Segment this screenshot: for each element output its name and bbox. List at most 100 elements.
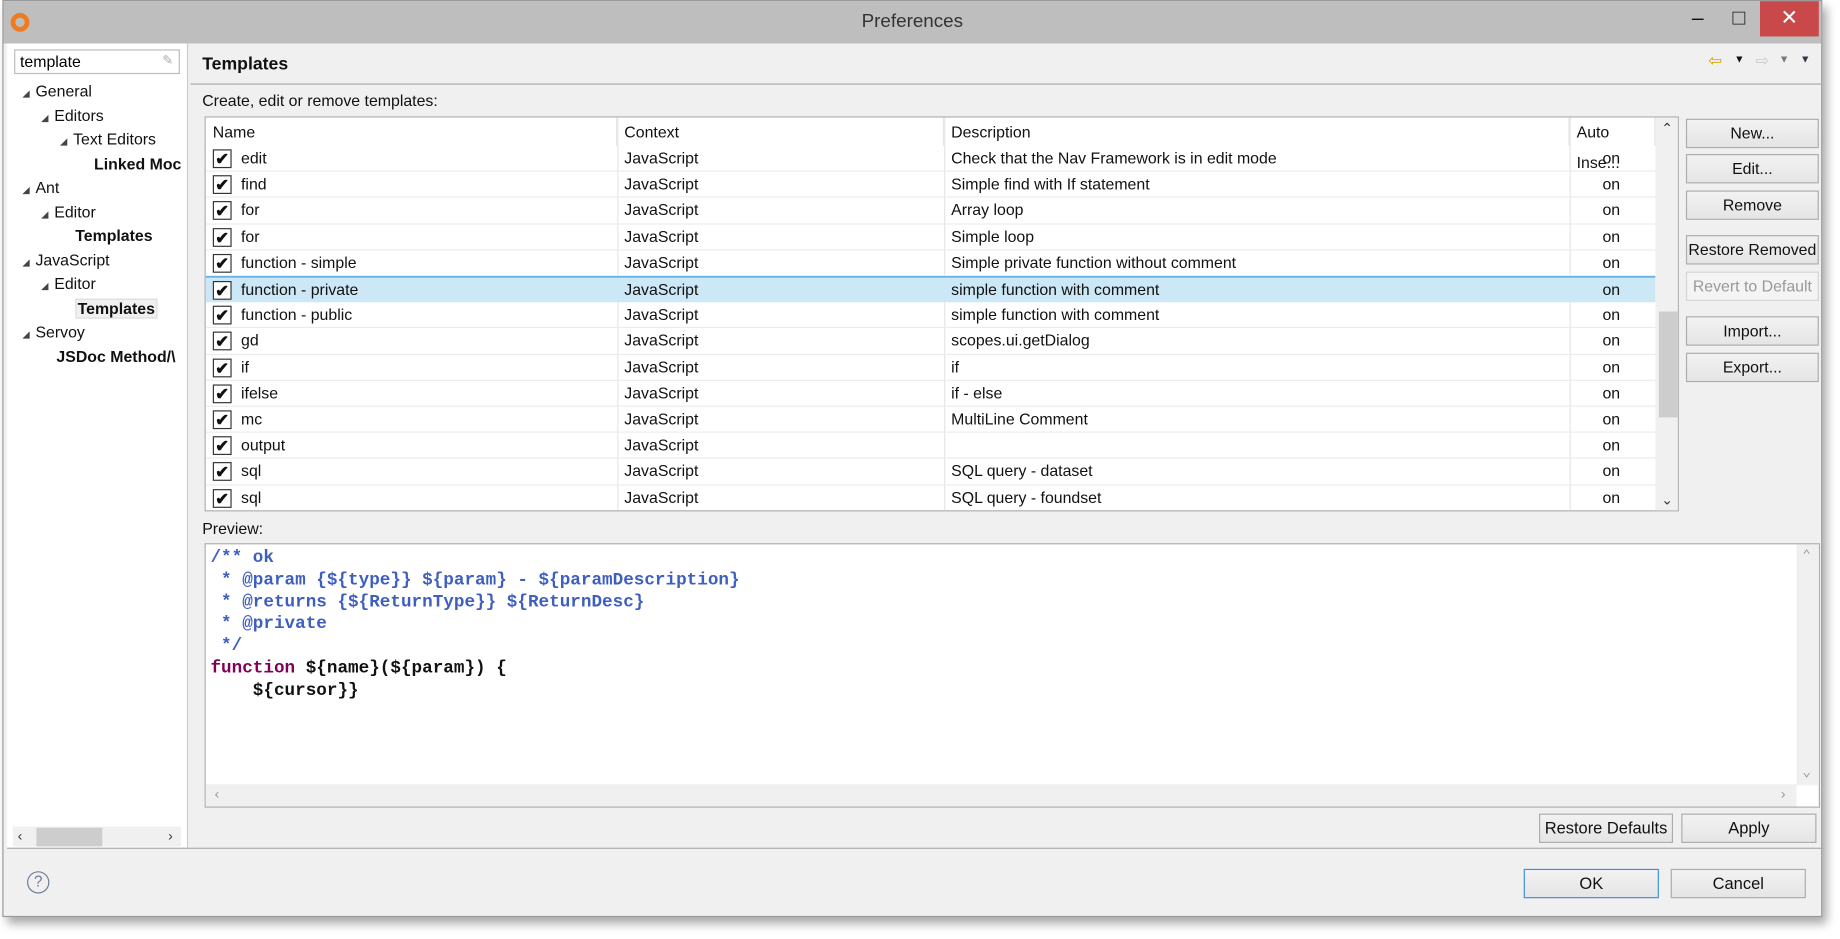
clear-filter-icon[interactable]: ✎ [162, 53, 173, 68]
tree-item[interactable]: Templates [60, 298, 158, 319]
scroll-thumb[interactable] [1658, 311, 1678, 418]
enabled-checkbox[interactable]: ✔ [212, 280, 232, 300]
enabled-checkbox[interactable]: ✔ [212, 410, 232, 430]
column-header-auto-insert[interactable]: Auto Inse... [1569, 117, 1656, 172]
table-row[interactable]: ✔ if JavaScript if on [205, 355, 1656, 381]
table-row[interactable]: ✔ find JavaScript Simple find with If state… [205, 172, 1656, 198]
enabled-checkbox[interactable]: ✔ [212, 175, 232, 195]
table-row[interactable]: ✔ function - private JavaScript simple func… [205, 276, 1656, 303]
table-row[interactable]: ✔ for JavaScript Array loop on [205, 198, 1656, 225]
export-button[interactable]: Export... [1685, 352, 1819, 383]
enabled-checkbox[interactable]: ✔ [212, 436, 232, 456]
view-menu-icon[interactable]: ▼ [1800, 53, 1810, 65]
help-icon[interactable]: ? [27, 871, 50, 894]
expand-triangle-icon[interactable]: ◢ [60, 136, 67, 147]
cancel-button[interactable]: Cancel [1670, 868, 1806, 899]
enabled-checkbox[interactable]: ✔ [212, 305, 232, 325]
table-row[interactable]: ✔ mc JavaScript MultiLine Comment on [205, 407, 1656, 433]
preview-horizontal-scrollbar[interactable]: ‹ › [205, 784, 1797, 807]
cell-context: JavaScript [624, 332, 699, 350]
tree-horizontal-scrollbar[interactable]: ‹ › [12, 826, 182, 847]
new-button[interactable]: New... [1685, 118, 1819, 149]
scroll-left-icon[interactable]: ‹ [213, 787, 221, 803]
import-button[interactable]: Import... [1685, 316, 1819, 346]
tree-item[interactable]: ◢ Editor [41, 203, 96, 221]
close-icon[interactable]: ✕ [1760, 1, 1819, 37]
enabled-checkbox[interactable]: ✔ [212, 201, 232, 221]
table-row[interactable]: ✔ sql JavaScript SQL query - dataset on [205, 459, 1656, 486]
restore-removed-button[interactable]: Restore Removed [1685, 235, 1819, 265]
apply-button[interactable]: Apply [1681, 813, 1817, 843]
scroll-up-icon[interactable]: ⌃ [1802, 547, 1811, 564]
cell-auto: on [1602, 384, 1621, 402]
tree-item-label: JSDoc Method/\ [56, 347, 176, 366]
preview-vertical-scrollbar[interactable]: ⌃ ⌄ [1796, 544, 1819, 786]
enabled-checkbox[interactable]: ✔ [212, 384, 232, 404]
enabled-checkbox[interactable]: ✔ [212, 488, 232, 508]
table-row[interactable]: ✔ for JavaScript Simple loop on [205, 224, 1656, 251]
enabled-checkbox[interactable]: ✔ [212, 332, 232, 351]
table-row[interactable]: ✔ gd JavaScript scopes.ui.getDialog on [205, 328, 1656, 355]
preview-pane[interactable]: /** ok * @param {${type}} ${param} - ${p… [204, 543, 1820, 808]
maximize-icon[interactable]: □ [1715, 1, 1762, 36]
back-arrow-icon[interactable]: ⇦ [1708, 51, 1722, 71]
cell-auto: on [1602, 410, 1621, 428]
tree-item[interactable]: ◢ JavaScript [22, 251, 109, 269]
expand-triangle-icon[interactable]: ◢ [41, 112, 48, 123]
forward-arrow-icon[interactable]: ⇨ [1755, 51, 1769, 71]
table-row[interactable]: ✔ ifelse JavaScript if - else on [205, 381, 1656, 407]
tree-item[interactable]: ◢ General [22, 82, 92, 100]
tree-item[interactable]: ◢ Text Editors [60, 131, 156, 149]
table-vertical-scrollbar[interactable]: ⌃ ⌄ [1655, 117, 1678, 511]
scroll-right-icon[interactable]: › [168, 828, 173, 844]
revert-to-default-button[interactable]: Revert to Default [1685, 271, 1819, 301]
restore-defaults-button[interactable]: Restore Defaults [1538, 813, 1674, 843]
enabled-checkbox[interactable]: ✔ [212, 462, 232, 482]
scroll-thumb[interactable] [36, 827, 103, 847]
tree-item[interactable]: ◢ Editors [41, 106, 104, 124]
ok-button[interactable]: OK [1523, 868, 1659, 899]
table-row[interactable]: ✔ edit JavaScript Check that the Nav Framew… [205, 146, 1656, 172]
column-header-name[interactable]: Name [205, 117, 618, 146]
scroll-right-icon[interactable]: › [1779, 787, 1787, 803]
tree-item[interactable]: JSDoc Method/\ [41, 347, 175, 365]
tree-item[interactable]: ◢ Ant [22, 179, 59, 197]
cell-context: JavaScript [624, 227, 699, 246]
scroll-down-icon[interactable]: ⌄ [1802, 763, 1811, 780]
table-row[interactable]: ✔ function - simple JavaScript Simple priva… [205, 250, 1656, 277]
tree-item-label: Templates [75, 226, 153, 245]
table-row[interactable]: ✔ output JavaScript on [205, 433, 1656, 459]
code-text: */ [210, 636, 243, 657]
tree-item[interactable]: Templates [60, 227, 153, 245]
edit-button[interactable]: Edit... [1685, 154, 1819, 184]
scroll-down-icon[interactable]: ⌄ [1661, 491, 1673, 507]
forward-menu-chevron-icon[interactable]: ▼ [1779, 53, 1789, 65]
cell-description: SQL query - foundset [951, 488, 1102, 507]
cell-description: if - else [951, 384, 1003, 402]
remove-button[interactable]: Remove [1685, 190, 1819, 220]
table-row[interactable]: ✔ sql JavaScript SQL query - foundset on [205, 485, 1656, 511]
enabled-checkbox[interactable]: ✔ [212, 358, 232, 377]
stage: Preferences – □ ✕ ✎ ◢ General ◢ Editors ◢ Tex… [0, 0, 1840, 939]
minimize-icon[interactable]: – [1674, 1, 1721, 36]
tree-item[interactable]: Linked Moc [79, 155, 181, 173]
scroll-left-icon[interactable]: ‹ [18, 828, 23, 844]
expand-triangle-icon[interactable]: ◢ [41, 209, 48, 220]
tree-item[interactable]: ◢ Servoy [22, 323, 85, 341]
expand-triangle-icon[interactable]: ◢ [41, 281, 48, 292]
expand-triangle-icon[interactable]: ◢ [22, 88, 29, 99]
table-row[interactable]: ✔ function - public JavaScript simple funct… [205, 302, 1656, 329]
enabled-checkbox[interactable]: ✔ [212, 149, 232, 169]
scroll-up-icon[interactable]: ⌃ [1661, 120, 1673, 136]
expand-triangle-icon[interactable]: ◢ [22, 257, 29, 268]
cell-name: function - simple [241, 253, 357, 272]
expand-triangle-icon[interactable]: ◢ [22, 329, 29, 340]
tree-item[interactable]: ◢ Editor [41, 275, 96, 293]
filter-input[interactable] [14, 49, 180, 75]
enabled-checkbox[interactable]: ✔ [212, 253, 232, 273]
enabled-checkbox[interactable]: ✔ [212, 227, 232, 247]
column-header-context[interactable]: Context [617, 117, 945, 146]
expand-triangle-icon[interactable]: ◢ [22, 185, 29, 196]
column-header-description[interactable]: Description [944, 117, 1570, 146]
back-menu-chevron-icon[interactable]: ▼ [1734, 53, 1744, 65]
